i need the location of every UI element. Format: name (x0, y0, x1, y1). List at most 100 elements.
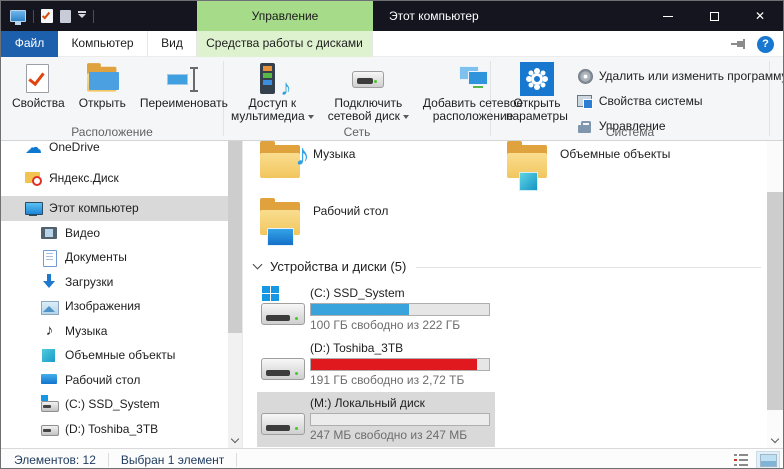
properties-qat-icon[interactable] (41, 9, 53, 23)
maximize-button[interactable] (691, 1, 737, 31)
selection-count: Выбран 1 элемент (121, 453, 224, 467)
section-header-devices-and-drives[interactable]: Устройства и диски (5) (251, 259, 761, 274)
group-label-system: Система (491, 125, 769, 139)
file-list-area: ♪ Музыка Объемные объекты Рабочий стол (242, 141, 783, 448)
dropdown-caret-icon (403, 115, 409, 119)
status-bar: Элементов: 12 Выбран 1 элемент (1, 448, 783, 469)
icons-view-button[interactable] (756, 451, 780, 469)
contextual-tab-header[interactable]: Управление (197, 1, 373, 31)
documents-icon (41, 249, 58, 266)
minimize-button[interactable] (645, 1, 691, 31)
ribbon-group-system: Открыть параметры Удалить или изменить п… (491, 57, 769, 140)
ribbon-tab-row: Файл Компьютер Вид Средства работы с дис… (1, 31, 783, 57)
tab-computer[interactable]: Компьютер (58, 31, 148, 57)
section-header-rule (416, 267, 761, 268)
pictures-icon (41, 298, 58, 315)
group-label-network: Сеть (224, 125, 490, 139)
tab-view[interactable]: Вид (148, 31, 197, 57)
items-count: Элементов: 12 (14, 453, 96, 467)
quick-access-toolbar (10, 1, 94, 31)
open-settings-button[interactable]: Открыть параметры (499, 59, 575, 123)
main-scrollbar-thumb[interactable] (767, 192, 783, 410)
music-note-icon: ♪ (41, 322, 58, 339)
help-icon[interactable]: ? (757, 36, 774, 53)
rename-icon (167, 62, 201, 96)
system-properties-button[interactable]: Свойства системы (577, 88, 784, 113)
sidebar-item-drive-c[interactable]: (C:) SSD_System (1, 392, 228, 417)
media-access-button[interactable]: ♪ Доступ к мультимедиа (224, 59, 321, 123)
new-folder-qat-icon[interactable] (60, 10, 71, 23)
3d-objects-folder-icon (507, 142, 553, 186)
drive-c-icon (261, 295, 305, 325)
this-pc-icon (25, 200, 42, 217)
minimize-icon (663, 16, 673, 17)
drive-d-icon (41, 420, 58, 437)
tab-disk-tools[interactable]: Средства работы с дисками (197, 31, 373, 57)
drive-c-icon (41, 396, 58, 413)
sidebar-item-pictures[interactable]: Изображения (1, 294, 228, 319)
music-folder-icon: ♪ (260, 142, 306, 186)
ribbon-group-location: Свойства Открыть Переименовать Расположе… (1, 57, 223, 140)
3d-cube-icon (41, 347, 58, 364)
details-view-icon (734, 454, 748, 466)
open-button[interactable]: Открыть (72, 59, 133, 110)
drive-d-usage-bar (310, 358, 490, 371)
system-monitor-icon (577, 93, 593, 109)
sidebar-item-desktop[interactable]: Рабочий стол (1, 368, 228, 393)
tab-file[interactable]: Файл (1, 31, 58, 57)
media-server-icon: ♪ (255, 62, 289, 96)
main-scroll-down-icon[interactable] (771, 435, 779, 443)
sidebar-scrollbar-thumb[interactable] (228, 141, 242, 333)
folder-tile-3d-objects[interactable]: Объемные объекты (504, 142, 736, 194)
qat-customize-caret-icon[interactable] (78, 14, 86, 18)
folder-tile-desktop[interactable]: Рабочий стол (257, 199, 489, 251)
status-separator (108, 453, 109, 467)
sidebar-item-onedrive[interactable]: ☁ OneDrive (1, 141, 228, 160)
drive-m-icon (261, 405, 305, 435)
videos-icon (41, 224, 58, 241)
drive-tile-c[interactable]: (C:) SSD_System 100 ГБ свободно из 222 Г… (257, 282, 495, 337)
program-disc-icon (577, 68, 593, 84)
onedrive-cloud-icon: ☁ (25, 141, 42, 156)
sidebar-item-this-pc[interactable]: Этот компьютер (1, 196, 228, 221)
properties-button[interactable]: Свойства (5, 59, 72, 110)
main-scrollbar[interactable] (767, 141, 783, 448)
sidebar-item-downloads[interactable]: Загрузки (1, 270, 228, 295)
yandex-disk-icon (25, 169, 42, 186)
pin-ribbon-icon[interactable] (731, 39, 746, 49)
caption-buttons: ✕ (645, 1, 783, 31)
sidebar-scrollbar[interactable] (228, 141, 242, 448)
uninstall-program-button[interactable]: Удалить или изменить программу (577, 63, 784, 88)
properties-icon (21, 62, 55, 96)
close-button[interactable]: ✕ (737, 1, 783, 31)
sidebar-item-music[interactable]: ♪ Музыка (1, 319, 228, 344)
network-drive-icon (351, 62, 385, 96)
ribbon-group-network: ♪ Доступ к мультимедиа Подключить сетево… (224, 57, 490, 140)
sidebar-item-yandex-disk[interactable]: Яндекс.Диск (1, 166, 228, 191)
desktop-icon (41, 371, 58, 388)
desktop-folder-icon (260, 199, 306, 243)
settings-gear-icon (520, 62, 554, 96)
sidebar-item-drive-d[interactable]: (D:) Toshiba_3TB (1, 417, 228, 442)
sidebar-item-3d-objects[interactable]: Объемные объекты (1, 343, 228, 368)
sidebar-scroll-down-icon[interactable] (231, 435, 239, 443)
sidebar-item-videos[interactable]: Видео (1, 221, 228, 246)
map-network-drive-button[interactable]: Подключить сетевой диск (321, 59, 416, 123)
this-pc-icon[interactable] (10, 10, 26, 22)
rename-button[interactable]: Переименовать (133, 59, 235, 110)
qat-separator (33, 10, 34, 23)
maximize-icon (710, 12, 719, 21)
sidebar-item-documents[interactable]: Документы (1, 245, 228, 270)
explorer-window: Управление Этот компьютер ✕ Файл Компьют… (0, 0, 784, 469)
drive-tile-d[interactable]: (D:) Toshiba_3TB 191 ГБ свободно из 2,72… (257, 337, 495, 392)
ribbon: Свойства Открыть Переименовать Расположе… (1, 57, 783, 141)
folder-tile-music[interactable]: ♪ Музыка (257, 142, 489, 194)
details-view-button[interactable] (729, 451, 753, 469)
qat-separator (93, 10, 94, 23)
drive-c-usage-bar (310, 303, 490, 316)
drive-tile-m-selected[interactable]: (M:) Локальный диск 247 МБ свободно из 2… (257, 392, 495, 447)
open-folder-icon (85, 62, 119, 96)
icons-view-icon (760, 454, 777, 467)
status-separator (236, 453, 237, 467)
downloads-arrow-icon (41, 273, 58, 290)
